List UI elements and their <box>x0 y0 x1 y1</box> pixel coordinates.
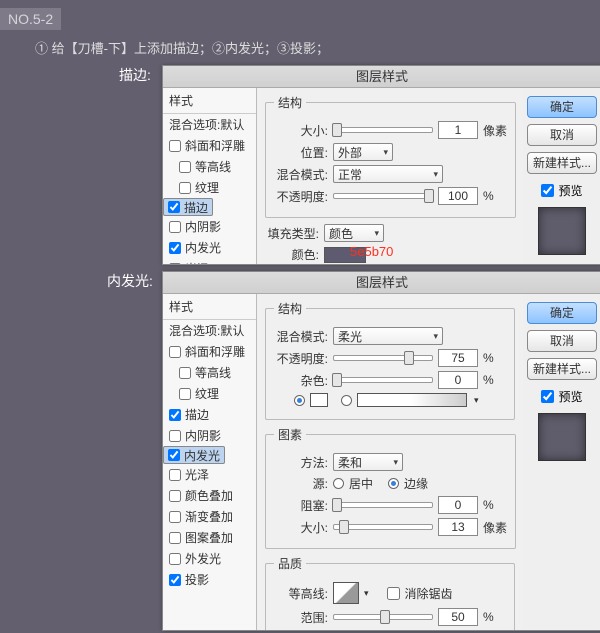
ig-quality-group: 品质 等高线:▾消除锯齿 范围:50% 抖动:0% <box>265 555 515 630</box>
newstyle-button[interactable]: 新建样式... <box>527 152 597 174</box>
ig-size-input[interactable]: 13 <box>438 518 478 536</box>
ig-elements-group: 图素 方法:柔和▾ 源:居中边缘 阻塞:0% 大小:13像素 <box>265 426 516 549</box>
style-inner-glow[interactable]: 内发光 <box>163 237 256 258</box>
step-badge: NO.5-2 <box>0 8 61 30</box>
newstyle-button[interactable]: 新建样式... <box>527 358 597 380</box>
color-annotation: 5e5b70 <box>350 244 393 259</box>
style-texture[interactable]: 纹理 <box>163 383 256 404</box>
style-outer-glow[interactable]: 外发光 <box>163 548 256 569</box>
step-description: ① 给【刀槽-下】上添加描边；②内发光；③投影； <box>35 38 329 57</box>
ig-technique-select[interactable]: 柔和▾ <box>333 453 403 471</box>
ig-noise-slider[interactable] <box>333 377 433 383</box>
style-pat-overlay[interactable]: 图案叠加 <box>163 527 256 548</box>
color-radio[interactable] <box>294 395 305 406</box>
style-texture[interactable]: 纹理 <box>163 177 256 198</box>
center-radio[interactable] <box>333 478 344 489</box>
style-inner-shadow[interactable]: 内阴影 <box>163 425 256 446</box>
style-satin[interactable]: 光泽 <box>163 464 256 485</box>
dialog-title: 图层样式 <box>163 272 600 294</box>
antialias-checkbox[interactable] <box>387 587 400 600</box>
style-contour[interactable]: 等高线 <box>163 362 256 383</box>
cancel-button[interactable]: 取消 <box>527 124 597 146</box>
ig-range-slider[interactable] <box>333 614 433 620</box>
gradient-radio[interactable] <box>341 395 352 406</box>
stroke-structure-group: 结构 大小:1像素 位置:外部▾ 混合模式:正常▾ 不透明度:100% <box>265 94 516 218</box>
dialog-stroke: 图层样式 样式 混合选项:默认 斜面和浮雕 等高线 纹理 描边 内阴影 内发光 … <box>162 65 600 265</box>
style-stroke[interactable]: 描边 <box>163 404 256 425</box>
position-select[interactable]: 外部▾ <box>333 143 393 161</box>
ig-range-input[interactable]: 50 <box>438 608 478 626</box>
styles-header[interactable]: 样式 <box>163 294 256 320</box>
ig-structure-group: 结构 混合模式:柔光▾ 不透明度:75% 杂色:0% ▾ <box>265 300 515 420</box>
label-innerglow: 内发光: <box>107 271 153 291</box>
label-stroke: 描边: <box>119 65 151 85</box>
size-input[interactable]: 1 <box>438 121 478 139</box>
chevron-down-icon[interactable]: ▾ <box>474 395 479 406</box>
style-satin[interactable]: 光泽 <box>163 258 256 264</box>
blend-default[interactable]: 混合选项:默认 <box>163 320 256 341</box>
style-stroke[interactable]: 描边 <box>163 198 213 216</box>
preview-swatch <box>538 207 586 255</box>
cancel-button[interactable]: 取消 <box>527 330 597 352</box>
ig-blend-select[interactable]: 柔光▾ <box>333 327 443 345</box>
style-inner-glow[interactable]: 内发光 <box>163 446 225 464</box>
dialog-side: 确定 取消 新建样式... 预览 <box>523 88 600 264</box>
ig-color-swatch[interactable] <box>310 393 328 407</box>
filltype-select[interactable]: 颜色▾ <box>324 224 384 242</box>
preview-toggle[interactable]: 预览 <box>541 388 582 405</box>
contour-picker[interactable] <box>333 582 359 604</box>
style-drop-shadow[interactable]: 投影 <box>163 569 256 590</box>
blend-default[interactable]: 混合选项:默认 <box>163 114 256 135</box>
chevron-down-icon: ▾ <box>433 331 438 342</box>
chevron-down-icon[interactable]: ▾ <box>364 588 369 599</box>
chevron-down-icon: ▾ <box>374 228 379 239</box>
chevron-down-icon: ▾ <box>393 457 398 468</box>
ig-opacity-input[interactable]: 75 <box>438 349 478 367</box>
styles-list: 样式 混合选项:默认 斜面和浮雕 等高线 纹理 描边 内阴影 内发光 光泽 颜色… <box>163 88 257 264</box>
ig-gradient[interactable] <box>357 393 467 407</box>
chevron-down-icon: ▾ <box>433 169 438 180</box>
ig-opacity-slider[interactable] <box>333 355 433 361</box>
size-slider[interactable] <box>333 127 433 133</box>
ig-noise-input[interactable]: 0 <box>438 371 478 389</box>
style-contour[interactable]: 等高线 <box>163 156 256 177</box>
style-bevel[interactable]: 斜面和浮雕 <box>163 135 256 156</box>
ig-choke-slider[interactable] <box>333 502 433 508</box>
styles-list: 样式 混合选项:默认 斜面和浮雕 等高线 纹理 描边 内阴影 内发光 光泽 颜色… <box>163 294 257 630</box>
blend-select[interactable]: 正常▾ <box>333 165 443 183</box>
chevron-down-icon: ▾ <box>383 147 388 158</box>
innerglow-panel: 结构 混合模式:柔光▾ 不透明度:75% 杂色:0% ▾ 图素 方法:柔和▾ 源… <box>257 294 523 630</box>
preview-swatch <box>538 413 586 461</box>
styles-header[interactable]: 样式 <box>163 88 256 114</box>
opacity-slider[interactable] <box>333 193 433 199</box>
dialog-innerglow: 图层样式 样式 混合选项:默认 斜面和浮雕 等高线 纹理 描边 内阴影 内发光 … <box>162 271 600 631</box>
opacity-input[interactable]: 100 <box>438 187 478 205</box>
edge-radio[interactable] <box>388 478 399 489</box>
style-color-overlay[interactable]: 颜色叠加 <box>163 485 256 506</box>
preview-toggle[interactable]: 预览 <box>541 182 582 199</box>
dialog-side: 确定 取消 新建样式... 预览 <box>523 294 600 630</box>
stroke-panel: 结构 大小:1像素 位置:外部▾ 混合模式:正常▾ 不透明度:100% 填充类型… <box>257 88 523 264</box>
ok-button[interactable]: 确定 <box>527 96 597 118</box>
style-bevel[interactable]: 斜面和浮雕 <box>163 341 256 362</box>
dialog-title: 图层样式 <box>163 66 600 88</box>
style-grad-overlay[interactable]: 渐变叠加 <box>163 506 256 527</box>
ig-choke-input[interactable]: 0 <box>438 496 478 514</box>
style-inner-shadow[interactable]: 内阴影 <box>163 216 256 237</box>
ig-size-slider[interactable] <box>333 524 433 530</box>
ok-button[interactable]: 确定 <box>527 302 597 324</box>
